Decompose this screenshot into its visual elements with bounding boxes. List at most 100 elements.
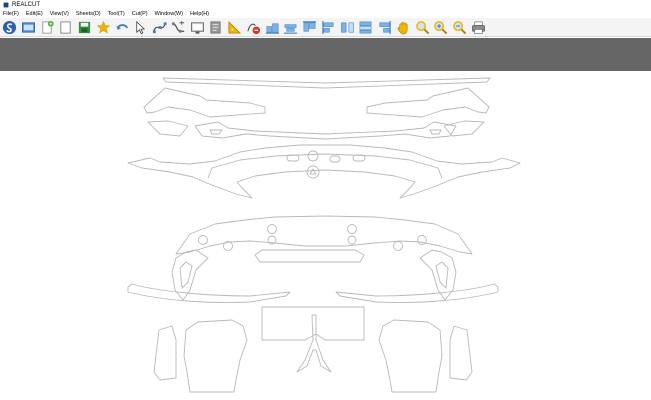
print-button[interactable] (471, 20, 486, 35)
new-file-icon (41, 20, 54, 33)
new-file-button[interactable] (40, 20, 55, 35)
pattern-hole-8 (417, 235, 427, 245)
screen-button[interactable] (190, 20, 205, 35)
align-top-icon (302, 20, 317, 32)
align-center-button[interactable] (283, 20, 298, 35)
menu-view[interactable]: View(V) (47, 10, 73, 18)
zoom-in-icon (434, 20, 448, 34)
ruler-triangle-button[interactable] (227, 20, 242, 35)
distribute-button[interactable] (340, 20, 355, 35)
pattern-hole-6 (347, 235, 357, 245)
pattern-right-corner (443, 120, 485, 137)
align-left-icon (322, 20, 334, 34)
pattern-lower-bumper (175, 215, 473, 255)
pointer-button[interactable] (133, 20, 148, 35)
pattern-hole-center-top (307, 150, 319, 162)
pattern-left-narrow (153, 325, 177, 381)
display-icon (21, 21, 35, 33)
pattern-left-corner (147, 120, 189, 137)
print-icon (471, 21, 485, 34)
delete-node-icon (247, 23, 260, 34)
zoom-in-button[interactable] (433, 20, 448, 35)
align-right-button[interactable] (377, 20, 392, 35)
align-stack-button[interactable] (358, 20, 373, 35)
pattern-wing-slot-right (429, 129, 442, 135)
zoom-button[interactable] (415, 20, 430, 35)
delete-node-button[interactable] (246, 20, 261, 35)
pattern-hood-strip (162, 77, 491, 89)
pattern-grille-strip (254, 249, 365, 263)
pattern-hole-3 (267, 224, 277, 234)
pointer-icon (136, 20, 146, 34)
pattern-slot-c (329, 155, 341, 163)
menu-cut[interactable]: Cut(P) (129, 10, 152, 18)
pattern-middle-wing (194, 121, 457, 140)
undo-icon (115, 23, 128, 30)
pattern-right-intake-inner (435, 261, 449, 289)
title-bar: REALCUT (0, 0, 651, 10)
pattern-center-stalk (296, 314, 332, 373)
blank-page-button[interactable] (58, 20, 73, 35)
app-icon (3, 2, 9, 8)
pattern-right-upper-panel (366, 87, 490, 118)
pattern-left-fender (183, 319, 248, 393)
pattern-hole-1 (198, 235, 208, 245)
pattern-hole-center-mark (309, 168, 317, 175)
pattern-right-fender (378, 319, 443, 393)
hand-pan-icon (397, 21, 408, 34)
pattern-wing-slot-left (209, 129, 223, 135)
undo-button[interactable] (115, 20, 130, 35)
realcut-logo-button[interactable] (2, 20, 17, 35)
menu-window[interactable]: Window(W) (152, 10, 187, 18)
align-top-button[interactable] (302, 20, 317, 35)
node-edit-button[interactable] (152, 20, 167, 35)
pattern-hole-5 (347, 224, 357, 234)
pattern-hole-center (306, 165, 320, 179)
pattern-bumper-top (127, 144, 521, 199)
pattern-right-narrow (449, 325, 473, 381)
menu-sheets[interactable]: Sheets(D) (73, 10, 105, 18)
menu-help[interactable]: Help(H) (187, 10, 213, 18)
save-button[interactable] (77, 20, 92, 35)
align-right-icon (379, 20, 391, 34)
menu-tool[interactable]: Tool(T) (105, 10, 129, 18)
ruler-triangle-icon (228, 20, 242, 33)
zoom-out-icon (453, 20, 467, 34)
pattern-slot-a (286, 154, 300, 162)
ruler-band (0, 38, 651, 71)
menu-bar: File(F) Edit(E) View(V) Sheets(D) Tool(T… (0, 10, 651, 18)
node-path-button[interactable] (171, 20, 186, 35)
star-icon (96, 20, 111, 33)
pattern-left-upper-panel (143, 87, 266, 118)
align-bottom-icon (265, 22, 279, 34)
blank-page-icon (60, 20, 71, 34)
sheet-gray-icon (210, 21, 221, 33)
save-icon (78, 21, 91, 33)
pattern-left-arc-strip (127, 283, 291, 303)
screen-icon (190, 21, 204, 34)
window-title: REALCUT (12, 2, 41, 8)
pattern-bumper-top-inner (207, 153, 443, 179)
ppf-pattern-drawing (127, 77, 521, 393)
toolbar (0, 18, 651, 37)
star-button[interactable] (96, 20, 111, 35)
align-bottom-button[interactable] (265, 20, 280, 35)
zoom-out-button[interactable] (452, 20, 467, 35)
hand-pan-button[interactable] (396, 20, 411, 35)
sheet-gray-button[interactable] (208, 20, 223, 35)
pattern-right-arc-strip (335, 283, 499, 303)
node-edit-icon (152, 21, 167, 33)
pattern-hole-7 (393, 241, 403, 251)
align-stack-icon (359, 21, 372, 33)
display-button[interactable] (21, 20, 36, 35)
align-center-icon (284, 23, 298, 34)
pattern-left-intake-inner (179, 261, 193, 289)
cutting-canvas[interactable] (0, 71, 651, 400)
menu-edit[interactable]: Edit(E) (23, 10, 47, 18)
menu-file[interactable]: File(F) (0, 10, 23, 18)
realcut-logo-icon (2, 20, 17, 34)
zoom-icon (415, 20, 429, 34)
node-path-icon (171, 20, 184, 33)
align-left-button[interactable] (321, 20, 336, 35)
distribute-icon (340, 22, 354, 32)
